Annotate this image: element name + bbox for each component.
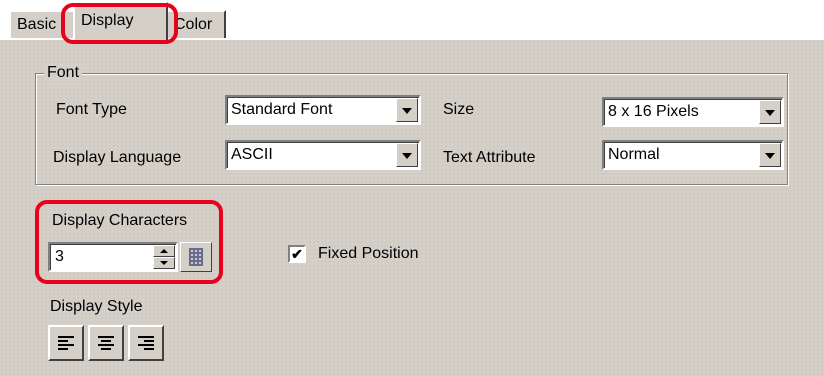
keypad-icon [189, 248, 203, 266]
text-attribute-select[interactable]: Normal [602, 140, 784, 170]
text-attribute-value: Normal [608, 146, 660, 163]
font-type-label: Font Type [56, 101, 127, 118]
check-icon: ✔ [291, 246, 303, 262]
display-language-value: ASCII [231, 146, 273, 163]
fixed-position-label: Fixed Position [318, 245, 419, 262]
display-characters-label: Display Characters [52, 212, 188, 229]
align-center-icon [98, 336, 114, 350]
tab-basic[interactable]: Basic [9, 10, 75, 38]
spin-down-icon[interactable] [153, 257, 175, 269]
tab-display[interactable]: Display [73, 2, 168, 40]
align-left-button[interactable] [48, 325, 84, 361]
chevron-down-icon[interactable] [396, 143, 418, 167]
size-value: 8 x 16 Pixels [608, 103, 699, 120]
fixed-position-checkbox[interactable]: ✔ [288, 245, 306, 263]
display-characters-input[interactable]: 3 [48, 242, 178, 272]
chevron-down-icon[interactable] [759, 100, 781, 124]
tab-color[interactable]: Color [166, 10, 226, 38]
align-left-icon [58, 336, 74, 350]
font-type-select[interactable]: Standard Font [225, 95, 421, 125]
align-right-icon [138, 336, 154, 350]
display-style-label: Display Style [50, 298, 143, 315]
tab-basic-label: Basic [17, 16, 57, 33]
font-group-title: Font [44, 64, 83, 82]
spin-up-icon[interactable] [153, 245, 175, 257]
keypad-button[interactable] [180, 242, 212, 272]
chevron-down-icon[interactable] [759, 143, 781, 167]
chevron-down-icon[interactable] [396, 98, 418, 122]
align-center-button[interactable] [88, 325, 124, 361]
size-select[interactable]: 8 x 16 Pixels [602, 97, 784, 127]
tab-color-label: Color [174, 16, 213, 33]
size-label: Size [443, 101, 475, 118]
display-language-select[interactable]: ASCII [225, 140, 421, 170]
align-right-button[interactable] [128, 325, 164, 361]
display-characters-value: 3 [55, 248, 64, 265]
display-language-label: Display Language [53, 149, 182, 166]
font-type-value: Standard Font [231, 101, 333, 118]
tab-display-label: Display [81, 12, 134, 29]
text-attribute-label: Text Attribute [443, 149, 536, 166]
tab-strip: Basic Color Display [0, 0, 824, 40]
